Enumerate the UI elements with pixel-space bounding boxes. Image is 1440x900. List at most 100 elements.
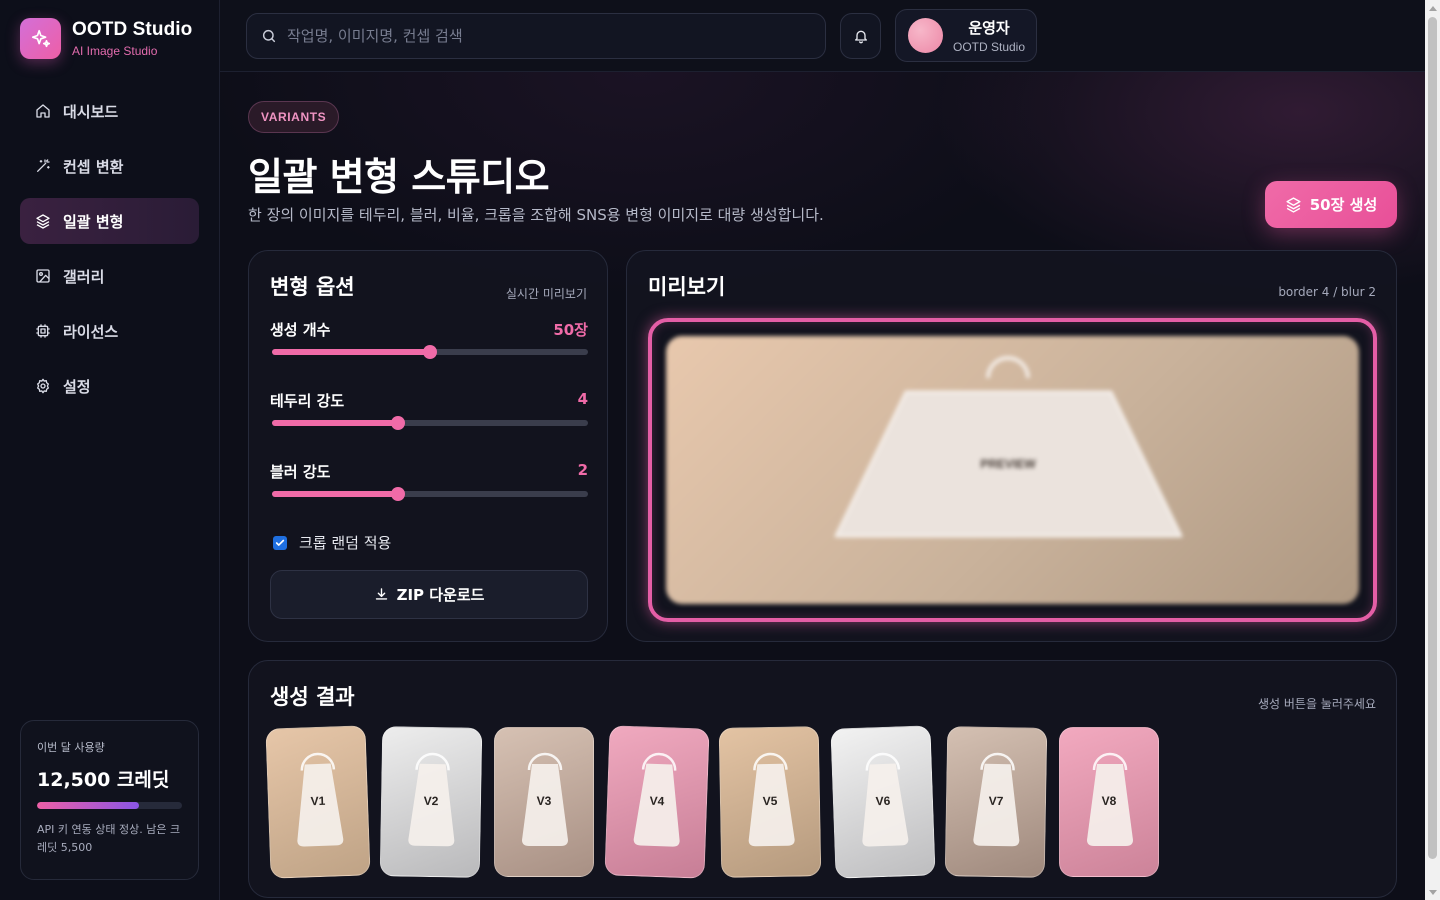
crop-random-toggle[interactable]: 크롭 랜덤 적용: [273, 532, 391, 553]
results-card: 생성 결과 생성 버튼을 눌러주세요 V1 V2 V3 V4 V5 V6 V7 V8: [248, 660, 1397, 898]
count-slider-fill: [272, 349, 430, 355]
blur-value: 2: [577, 461, 588, 479]
search-box[interactable]: [246, 13, 826, 59]
avatar: [908, 18, 943, 53]
border-slider-thumb[interactable]: [391, 416, 406, 430]
result-thumbnail[interactable]: V8: [1059, 727, 1159, 877]
bag-illustration: PREVIEW: [834, 356, 1183, 538]
sidebar-nav: 대시보드 컨셉 변환 일괄 변형 갤러리 라이선스 설정: [20, 88, 199, 418]
border-slider[interactable]: [272, 416, 588, 430]
border-label: 테두리 강도: [270, 392, 345, 410]
check-icon: [275, 539, 285, 546]
image-icon: [34, 267, 52, 285]
result-thumbnail[interactable]: V1: [265, 725, 371, 879]
brand-subtitle: AI Image Studio: [72, 44, 158, 58]
result-thumbnail-label: V7: [988, 793, 1004, 809]
sidebar-item-batch[interactable]: 일괄 변형: [20, 198, 199, 244]
sidebar-item-label: 컨셉 변환: [63, 157, 124, 176]
preview-card: 미리보기 border 4 / blur 2 PREVIEW: [626, 250, 1397, 642]
user-name: 운영자: [968, 19, 1010, 37]
count-slider[interactable]: [272, 345, 588, 359]
count-slider-thumb[interactable]: [423, 345, 437, 359]
result-thumbnail[interactable]: V5: [718, 726, 822, 878]
preview-params: border 4 / blur 2: [1278, 285, 1376, 299]
brand[interactable]: OOTD Studio AI Image Studio: [20, 18, 192, 59]
main-content: VARIANTS 일괄 변형 스튜디오 한 장의 이미지를 테두리, 블러, 비…: [220, 72, 1425, 900]
result-thumbnail[interactable]: V6: [830, 725, 936, 879]
sparkle-logo-icon: [20, 18, 61, 59]
sidebar-item-concept[interactable]: 컨셉 변환: [20, 143, 199, 189]
zip-download-label: ZIP 다운로드: [396, 586, 485, 604]
bell-icon: [853, 28, 869, 44]
zip-download-button[interactable]: ZIP 다운로드: [270, 570, 588, 619]
result-thumbnail-label: V5: [762, 793, 778, 809]
preview-image: PREVIEW: [666, 336, 1359, 604]
download-icon: [374, 587, 389, 602]
sidebar: OOTD Studio AI Image Studio 대시보드 컨셉 변환 일…: [0, 0, 220, 900]
result-thumbnail[interactable]: V7: [944, 726, 1048, 878]
usage-note: API 키 연동 상태 정상. 남은 크레딧 5,500: [37, 823, 181, 854]
generate-button-label: 50장 생성: [1309, 196, 1378, 214]
usage-card: 이번 달 사용량 12,500 크레딧 API 키 연동 상태 정상. 남은 크…: [20, 720, 199, 880]
scroll-up-arrow-icon[interactable]: [1425, 0, 1440, 15]
sidebar-item-label: 설정: [63, 377, 91, 396]
user-org: OOTD Studio: [953, 40, 1026, 54]
preview-image-label: PREVIEW: [980, 457, 1036, 471]
scroll-down-arrow-icon[interactable]: [1425, 885, 1440, 900]
border-slider-fill: [272, 420, 399, 426]
notification-button[interactable]: [840, 13, 881, 59]
blur-slider[interactable]: [272, 487, 588, 501]
home-icon: [34, 102, 52, 120]
count-label: 생성 개수: [270, 321, 331, 339]
blur-option: 블러 강도 2: [270, 461, 588, 501]
page-description: 한 장의 이미지를 테두리, 블러, 비율, 크롭을 조합해 SNS용 변형 이…: [248, 206, 824, 224]
border-value: 4: [577, 390, 588, 408]
sidebar-item-label: 일괄 변형: [63, 212, 124, 231]
chip-icon: [34, 322, 52, 340]
usage-label: 이번 달 사용량: [37, 741, 105, 754]
layers-icon: [1285, 196, 1302, 213]
blur-label: 블러 강도: [270, 463, 331, 481]
preview-frame: PREVIEW: [648, 318, 1377, 622]
layers-icon: [34, 212, 52, 230]
sidebar-item-gallery[interactable]: 갤러리: [20, 253, 199, 299]
page-title: 일괄 변형 스튜디오: [248, 155, 550, 199]
usage-value: 12,500 크레딧: [37, 769, 170, 791]
preview-title: 미리보기: [648, 275, 726, 299]
count-option: 생성 개수 50장: [270, 319, 588, 359]
generate-button[interactable]: 50장 생성: [1265, 181, 1397, 228]
top-header: 운영자 OOTD Studio: [220, 0, 1425, 72]
search-input[interactable]: [287, 27, 807, 45]
crop-random-checkbox[interactable]: [273, 535, 287, 550]
blur-slider-thumb[interactable]: [391, 487, 406, 501]
user-menu[interactable]: 운영자 OOTD Studio: [895, 9, 1037, 62]
sidebar-item-label: 라이선스: [63, 322, 119, 341]
result-thumbnail-label: V2: [423, 793, 439, 809]
brand-title: OOTD Studio: [72, 19, 193, 40]
sidebar-item-dashboard[interactable]: 대시보드: [20, 88, 199, 134]
wand-icon: [34, 157, 52, 175]
section-tag: VARIANTS: [248, 101, 340, 133]
results-hint: 생성 버튼을 눌러주세요: [1257, 697, 1376, 711]
sidebar-item-license[interactable]: 라이선스: [20, 308, 199, 354]
scrollbar-thumb[interactable]: [1428, 17, 1437, 859]
page-scrollbar[interactable]: [1425, 0, 1440, 900]
result-thumbnail[interactable]: V4: [604, 725, 710, 879]
variant-options-card: 변형 옵션 실시간 미리보기 생성 개수 50장 테두리 강도 4 블러 강도 …: [248, 250, 608, 642]
result-thumbnail[interactable]: V2: [379, 726, 483, 878]
options-title: 변형 옵션: [270, 275, 355, 299]
sidebar-item-settings[interactable]: 설정: [20, 363, 199, 409]
usage-progress-fill: [37, 802, 139, 809]
result-thumbnail-label: V8: [1101, 794, 1117, 808]
sidebar-item-label: 대시보드: [63, 102, 119, 121]
crop-random-label: 크롭 랜덤 적용: [299, 534, 392, 552]
result-thumbnail[interactable]: V3: [494, 727, 594, 877]
results-title: 생성 결과: [270, 685, 355, 709]
blur-slider-fill: [272, 491, 399, 497]
result-thumbnail-label: V3: [536, 794, 552, 808]
border-option: 테두리 강도 4: [270, 390, 588, 430]
usage-progress-bar: [37, 802, 182, 809]
gear-icon: [34, 377, 52, 395]
count-value: 50장: [553, 321, 588, 339]
sidebar-item-label: 갤러리: [63, 267, 105, 286]
